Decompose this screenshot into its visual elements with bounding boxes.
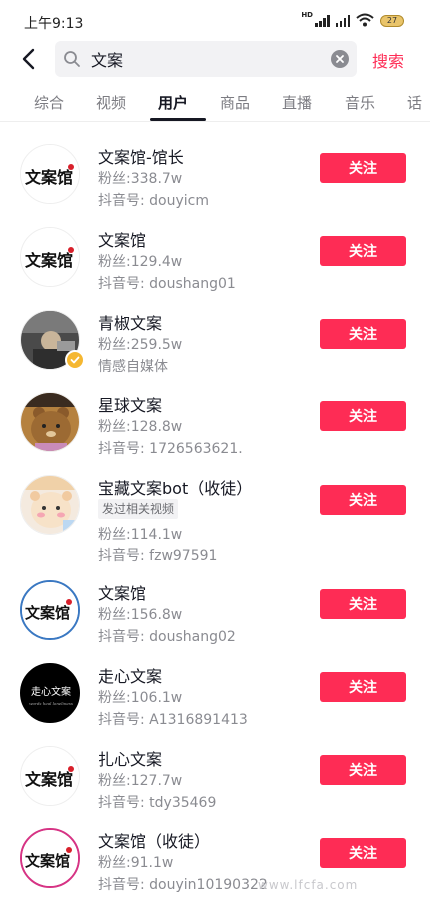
fans-count: 粉丝:259.5w: [98, 337, 183, 353]
follow-button[interactable]: 关注: [320, 485, 406, 515]
svg-text:走心文案: 走心文案: [31, 685, 71, 698]
hd-badge: HD: [301, 11, 313, 19]
avatar[interactable]: 文案馆: [20, 828, 80, 888]
user-name[interactable]: 青椒文案: [98, 310, 162, 334]
avatar[interactable]: 文案馆: [20, 227, 80, 287]
search-input[interactable]: [91, 41, 321, 77]
follow-button[interactable]: 关注: [320, 236, 406, 266]
active-tab-indicator: [150, 118, 206, 121]
fans-count: 粉丝:128.8w: [98, 419, 183, 435]
signal-icon-2: [335, 15, 350, 27]
user-name[interactable]: 星球文案: [98, 392, 162, 416]
search-button[interactable]: 搜索: [372, 48, 404, 72]
tab-videos[interactable]: 视频: [96, 92, 126, 113]
user-bio: 情感自媒体: [98, 359, 168, 375]
user-name[interactable]: 走心文案: [98, 663, 162, 687]
status-icons: HD 27: [301, 12, 404, 30]
svg-text:文案馆: 文案馆: [25, 251, 73, 270]
battery-icon: 27: [380, 15, 404, 27]
svg-text:words heal loneliness: words heal loneliness: [29, 701, 73, 706]
svg-text:文案馆: 文案馆: [25, 168, 73, 187]
fans-count: 粉丝:114.1w: [98, 527, 183, 543]
fans-count: 粉丝:91.1w: [98, 855, 174, 871]
follow-button[interactable]: 关注: [320, 672, 406, 702]
user-id: 抖音号: douyin10190322: [98, 877, 268, 893]
signal-icon: [315, 15, 330, 27]
follow-button[interactable]: 关注: [320, 755, 406, 785]
user-name[interactable]: 文案馆-馆长: [98, 144, 184, 168]
search-header: 搜索: [0, 38, 430, 80]
user-id: 抖音号: doushang01: [98, 276, 236, 292]
verified-icon: [65, 350, 85, 370]
tab-bar: 综合 视频 用户 商品 直播 音乐 话: [0, 86, 430, 122]
user-id: 抖音号: doushang02: [98, 629, 236, 645]
user-id: 抖音号: douyicm: [98, 193, 210, 209]
user-id: 抖音号: A1316891413: [98, 712, 248, 728]
fans-count: 粉丝:338.7w: [98, 171, 183, 187]
tab-live[interactable]: 直播: [282, 92, 312, 113]
tab-comprehensive[interactable]: 综合: [34, 92, 64, 113]
avatar[interactable]: [20, 392, 80, 452]
user-name[interactable]: 宝藏文案bot（收徒）: [98, 475, 252, 499]
tab-topics[interactable]: 话: [407, 92, 422, 113]
status-bar: 上午9:13 HD 27: [0, 0, 430, 40]
follow-button[interactable]: 关注: [320, 838, 406, 868]
wifi-icon: [356, 12, 374, 31]
follow-button[interactable]: 关注: [320, 153, 406, 183]
avatar[interactable]: 文案馆: [20, 746, 80, 806]
watermark: www.lfcfa.com: [258, 878, 359, 892]
tab-products[interactable]: 商品: [220, 92, 250, 113]
svg-text:文案馆: 文案馆: [25, 604, 70, 622]
avatar[interactable]: 文案馆: [20, 144, 80, 204]
related-video-tag: 发过相关视频: [98, 499, 179, 519]
tab-users[interactable]: 用户: [158, 92, 188, 113]
back-arrow-icon: [22, 48, 35, 70]
svg-text:文案馆: 文案馆: [25, 852, 70, 870]
follow-button[interactable]: 关注: [320, 589, 406, 619]
avatar[interactable]: 走心文案 words heal loneliness: [20, 663, 80, 723]
search-box[interactable]: [55, 41, 357, 77]
user-name[interactable]: 扎心文案: [98, 746, 162, 770]
fans-count: 粉丝:156.8w: [98, 607, 183, 623]
follow-button[interactable]: 关注: [320, 401, 406, 431]
status-time: 上午9:13: [24, 16, 84, 32]
user-name[interactable]: 文案馆: [98, 580, 146, 604]
avatar[interactable]: [20, 475, 80, 535]
avatar[interactable]: 文案馆: [20, 580, 80, 640]
user-name[interactable]: 文案馆（收徒）: [98, 828, 210, 852]
tab-music[interactable]: 音乐: [345, 92, 375, 113]
user-name[interactable]: 文案馆: [98, 227, 146, 251]
svg-text:文案馆: 文案馆: [25, 770, 73, 789]
search-icon: [63, 50, 81, 72]
fans-count: 粉丝:106.1w: [98, 690, 183, 706]
fans-count: 粉丝:127.7w: [98, 773, 183, 789]
user-id: 抖音号: tdy35469: [98, 795, 217, 811]
follow-button[interactable]: 关注: [320, 319, 406, 349]
user-id: 抖音号: fzw97591: [98, 548, 218, 564]
user-id: 抖音号: 1726563621.: [98, 441, 243, 457]
clear-icon[interactable]: [331, 50, 349, 68]
back-button[interactable]: [14, 45, 42, 73]
fans-count: 粉丝:129.4w: [98, 254, 183, 270]
